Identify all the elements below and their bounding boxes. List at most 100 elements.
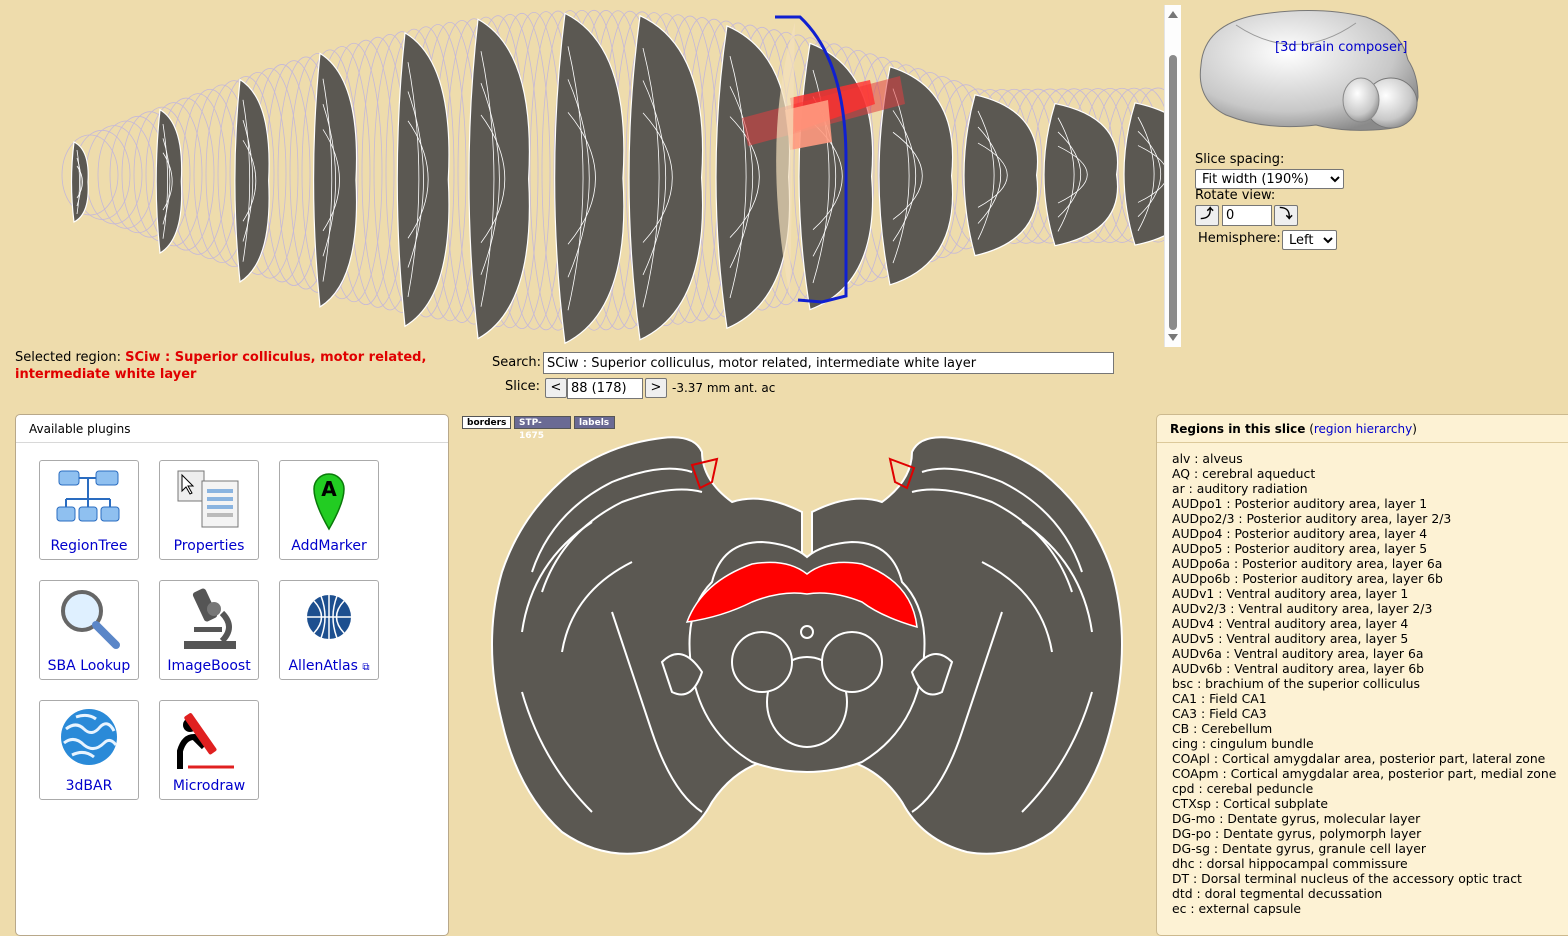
region-list-item[interactable]: CTXsp : Cortical subplate: [1172, 796, 1556, 811]
region-list-item[interactable]: AUDpo6a : Posterior auditory area, layer…: [1172, 556, 1556, 571]
plugin-label: Properties: [173, 538, 245, 554]
region-list-item[interactable]: AUDv5 : Ventral auditory area, layer 5: [1172, 631, 1556, 646]
tab-stp-1675[interactable]: STP-1675: [514, 416, 571, 441]
slice-outline: [85, 125, 143, 225]
brain-composer-link[interactable]: [3d brain composer]: [1275, 40, 1407, 55]
slice-outline: [61, 134, 119, 216]
regions-panel: Regions in this slice (region hierarchy)…: [1156, 414, 1568, 936]
region-list-item[interactable]: CB : Cerebellum: [1172, 721, 1556, 736]
regions-title: Regions in this slice: [1170, 422, 1306, 436]
region-list-item[interactable]: DG-po : Dentate gyrus, polymorph layer: [1172, 826, 1556, 841]
region-list-item[interactable]: AQ : cerebral aqueduct: [1172, 466, 1556, 481]
region-list-item[interactable]: AUDpo6b : Posterior auditory area, layer…: [1172, 571, 1556, 586]
region-list-item[interactable]: CA3 : Field CA3: [1172, 706, 1556, 721]
rotate-angle-input[interactable]: [1222, 205, 1272, 226]
plugin-microdraw[interactable]: Microdraw: [159, 700, 259, 800]
plugin-properties[interactable]: Properties: [159, 460, 259, 560]
scrollbar-thumb[interactable]: [1169, 55, 1177, 330]
slice-stack-3d-view[interactable]: [0, 0, 1164, 346]
plugin-label: ImageBoost: [167, 658, 251, 674]
plugin-imageboost[interactable]: ImageBoost: [159, 580, 259, 680]
slice-prev-button[interactable]: <: [545, 378, 567, 398]
brain-slice: [312, 52, 358, 308]
region-list-item[interactable]: AUDv6b : Ventral auditory area, layer 6b: [1172, 661, 1556, 676]
slice-spacing-label: Slice spacing:: [1195, 152, 1285, 167]
brain-slice: [1123, 102, 1164, 246]
slice-outline: [97, 120, 155, 229]
plugin-addmarker[interactable]: A AddMarker: [279, 460, 379, 560]
region-list-item[interactable]: dhc : dorsal hippocampal commissure: [1172, 856, 1556, 871]
plugin-label: RegionTree: [50, 538, 128, 554]
region-list-item[interactable]: AUDv6a : Ventral auditory area, layer 6a: [1172, 646, 1556, 661]
rotate-left-icon: ⤴: [1200, 207, 1214, 222]
slice-position-text: -3.37 mm ant. ac: [672, 381, 776, 395]
region-list: alv : alveus AQ : cerebral aqueduct ar : a…: [1172, 451, 1556, 916]
brain-slice: [234, 78, 270, 283]
brain-3d-icon: [1199, 9, 1419, 131]
scroll-down-icon[interactable]: [1168, 334, 1178, 341]
plugin-label: 3dBAR: [65, 778, 113, 794]
magnifier-icon: [61, 590, 120, 649]
coronal-slice-graphic[interactable]: [462, 432, 1152, 862]
region-list-item[interactable]: ar : auditory radiation: [1172, 481, 1556, 496]
region-list-item[interactable]: DG-sg : Dentate gyrus, granule cell laye…: [1172, 841, 1556, 856]
slice-label: Slice:: [505, 379, 541, 394]
plugin-label: SBA Lookup: [47, 658, 131, 674]
plugin-allenatlas[interactable]: AllenAtlas ⧉: [279, 580, 379, 680]
hemisphere-select[interactable]: Left: [1282, 230, 1337, 250]
scroll-up-icon[interactable]: [1168, 11, 1178, 18]
coronal-slice-view[interactable]: [462, 432, 1152, 862]
slice-stack-graphic[interactable]: [0, 0, 1164, 346]
region-list-item[interactable]: alv : alveus: [1172, 451, 1556, 466]
region-list-item[interactable]: AUDv1 : Ventral auditory area, layer 1: [1172, 586, 1556, 601]
plugin-3dbar[interactable]: 3dBAR: [39, 700, 139, 800]
region-list-item[interactable]: COApm : Cortical amygdalar area, posteri…: [1172, 766, 1556, 781]
hemisphere-label: Hemisphere:: [1198, 231, 1281, 246]
region-list-item[interactable]: AUDpo4 : Posterior auditory area, layer …: [1172, 526, 1556, 541]
properties-icon: [177, 470, 239, 528]
region-list-item[interactable]: CA1 : Field CA1: [1172, 691, 1556, 706]
external-link-icon: ⧉: [362, 662, 370, 673]
plugin-sba-lookup[interactable]: SBA Lookup: [39, 580, 139, 680]
search-label: Search:: [492, 355, 542, 370]
region-list-item[interactable]: ec : external capsule: [1172, 901, 1556, 916]
region-list-item[interactable]: dtd : doral tegmental decussation: [1172, 886, 1556, 901]
region-list-item[interactable]: COApl : Cortical amygdalar area, posteri…: [1172, 751, 1556, 766]
region-list-item[interactable]: cing : cingulum bundle: [1172, 736, 1556, 751]
draw-icon: [177, 713, 234, 769]
slice-number-input[interactable]: [567, 378, 643, 399]
marker-letter: A: [321, 477, 337, 501]
region-list-item[interactable]: bsc : brachium of the superior colliculu…: [1172, 676, 1556, 691]
plugin-regiontree[interactable]: RegionTree: [39, 460, 139, 560]
slice-next-button[interactable]: >: [645, 378, 667, 398]
region-list-item[interactable]: DT : Dorsal terminal nucleus of the acce…: [1172, 871, 1556, 886]
region-list-item[interactable]: AUDpo5 : Posterior auditory area, layer …: [1172, 541, 1556, 556]
brain-slice: [155, 108, 183, 254]
tab-borders[interactable]: borders: [462, 416, 511, 429]
selected-region-label: Selected region:: [15, 350, 126, 365]
plugin-label: AllenAtlas ⧉: [288, 658, 370, 674]
plugin-label: Microdraw: [172, 778, 246, 794]
plugins-panel: Available plugins RegionTree Properties: [15, 414, 449, 936]
brain-3d-thumbnail[interactable]: [1196, 5, 1422, 133]
rotate-view-label: Rotate view:: [1195, 188, 1276, 203]
rotate-right-button[interactable]: ⤵: [1274, 205, 1298, 226]
region-list-item[interactable]: AUDpo1 : Posterior auditory area, layer …: [1172, 496, 1556, 511]
plugins-title: Available plugins: [16, 415, 448, 443]
map-marker-icon: A: [313, 473, 345, 531]
tab-labels[interactable]: labels: [574, 416, 615, 429]
slice-spacing-select[interactable]: Fit width (190%): [1195, 169, 1344, 189]
region-search-input[interactable]: [543, 352, 1114, 374]
brain-slices: [70, 12, 1164, 345]
region-tree-icon: [56, 470, 120, 522]
region-list-item[interactable]: AUDpo2/3 : Posterior auditory area, laye…: [1172, 511, 1556, 526]
region-list-item[interactable]: DG-mo : Dentate gyrus, molecular layer: [1172, 811, 1556, 826]
slice-view-scrollbar[interactable]: [1164, 5, 1181, 347]
region-list-item[interactable]: AUDv2/3 : Ventral auditory area, layer 2…: [1172, 601, 1556, 616]
selected-region: Selected region: SCiw : Superior collicu…: [15, 349, 485, 383]
rotate-left-button[interactable]: ⤴: [1195, 205, 1219, 226]
region-list-item[interactable]: AUDv4 : Ventral auditory area, layer 4: [1172, 616, 1556, 631]
microscope-icon: [184, 588, 236, 649]
region-list-item[interactable]: cpd : cerebal peduncle: [1172, 781, 1556, 796]
region-hierarchy-link[interactable]: region hierarchy: [1314, 422, 1412, 436]
